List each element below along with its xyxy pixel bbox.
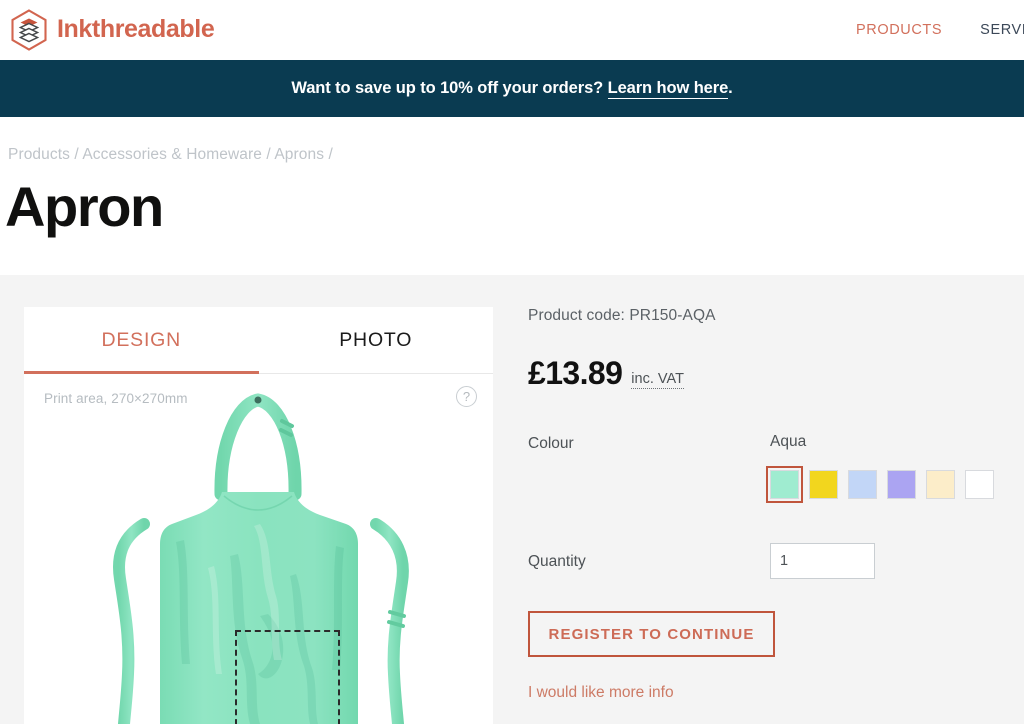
swatch-chip [887, 470, 916, 499]
tab-design[interactable]: DESIGN [24, 307, 259, 374]
preview-tabs: DESIGN PHOTO [24, 307, 493, 374]
colour-row: Colour Aqua [528, 433, 1008, 503]
more-info-link[interactable]: I would like more info [528, 684, 1008, 702]
swatch-chip [926, 470, 955, 499]
quantity-input[interactable] [770, 543, 875, 579]
promo-banner[interactable]: Want to save up to 10% off your orders? … [0, 60, 1024, 117]
register-to-continue-button[interactable]: REGISTER TO CONTINUE [528, 611, 775, 657]
product-info-panel: Product code: PR150-AQA £13.89 inc. VAT … [528, 307, 1008, 702]
swatch-chip [809, 470, 838, 499]
vat-note[interactable]: inc. VAT [631, 371, 684, 389]
main-content: DESIGN PHOTO Print area, 270×270mm ? Pro… [0, 275, 1024, 724]
quantity-row: Quantity [528, 543, 1008, 579]
colour-swatch-list [766, 466, 994, 503]
promo-text-after: . [728, 79, 733, 97]
breadcrumb[interactable]: Products / Accessories & Homeware / Apro… [8, 146, 333, 164]
colour-selector: Aqua [766, 433, 994, 503]
colour-swatch-light-blue[interactable] [844, 466, 881, 503]
title-section: Products / Accessories & Homeware / Apro… [0, 117, 1024, 275]
hexagon-stack-icon [10, 8, 48, 51]
price-block: £13.89 inc. VAT [528, 357, 1008, 389]
product-code: Product code: PR150-AQA [528, 307, 716, 324]
tab-photo[interactable]: PHOTO [259, 307, 494, 373]
promo-banner-text: Want to save up to 10% off your orders? … [291, 79, 733, 99]
swatch-chip [965, 470, 994, 499]
brand-logo[interactable]: Inkthreadable [10, 8, 215, 51]
colour-swatch-yellow[interactable] [805, 466, 842, 503]
colour-swatch-cream[interactable] [922, 466, 959, 503]
site-header: Inkthreadable PRODUCTS SERVIC [0, 0, 1024, 59]
quantity-label: Quantity [528, 553, 586, 570]
promo-text-before: Want to save up to 10% off your orders? [291, 79, 608, 97]
swatch-chip [770, 470, 799, 499]
nav-item-services[interactable]: SERVIC [980, 22, 1024, 38]
selected-colour-name: Aqua [770, 433, 807, 450]
main-nav: PRODUCTS SERVIC [856, 22, 1024, 38]
brand-name: Inkthreadable [57, 15, 215, 43]
product-price: £13.89 [528, 355, 623, 391]
product-preview: Print area, 270×270mm ? [24, 374, 493, 724]
promo-link[interactable]: Learn how here [607, 79, 728, 99]
swatch-chip [848, 470, 877, 499]
page-title: Apron [5, 175, 164, 238]
product-page: Inkthreadable PRODUCTS SERVIC Want to sa… [0, 0, 1024, 724]
colour-swatch-white[interactable] [961, 466, 998, 503]
print-area-boundary[interactable] [235, 630, 340, 724]
colour-swatch-aqua[interactable] [766, 466, 803, 503]
nav-item-products[interactable]: PRODUCTS [856, 22, 942, 38]
colour-swatch-purple[interactable] [883, 466, 920, 503]
product-preview-card: DESIGN PHOTO Print area, 270×270mm ? [24, 307, 493, 724]
colour-label: Colour [528, 435, 574, 452]
